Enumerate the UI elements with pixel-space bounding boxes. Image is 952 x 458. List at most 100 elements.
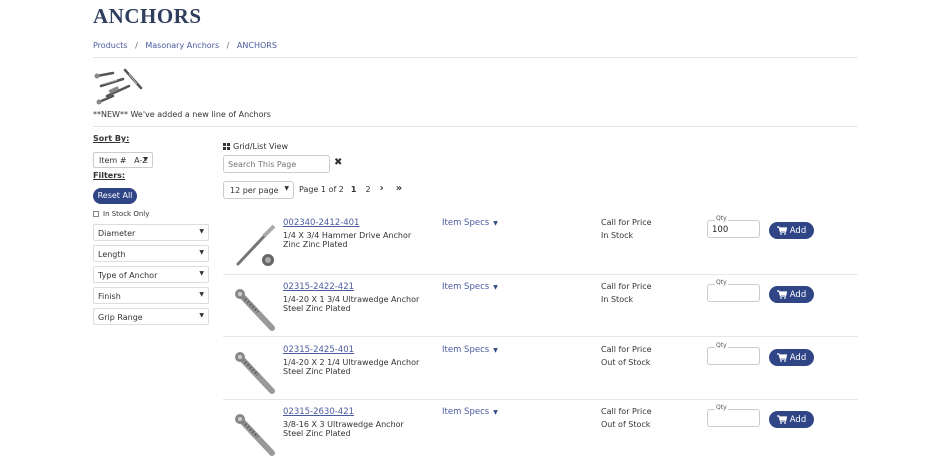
price-text: Call for Price [601,407,652,416]
filter-length[interactable]: Length ▼ [93,245,209,262]
caret-down-icon: ▼ [493,409,498,416]
in-stock-label: In Stock Only [103,210,150,218]
stock-status: In Stock [601,231,634,240]
row-divider [223,399,858,400]
add-to-cart-button[interactable]: Add [769,411,814,428]
product-description: 3/8-16 X 3 Ultrawedge Anchor Steel Zinc … [283,420,404,438]
wedge-anchor-image [235,289,275,331]
caret-down-icon: ▼ [493,220,498,227]
filter-type-of-anchor[interactable]: Type of Anchor ▼ [93,266,209,283]
next-page-icon[interactable]: › [380,183,384,194]
caret-down-icon: ▼ [493,284,498,291]
price-text: Call for Price [601,345,652,354]
product-row: 02315-2425-401 1/4-20 X 2 1/4 Ultrawedge… [223,342,858,405]
quantity-input[interactable]: Qty 100 [707,215,760,238]
per-page-select[interactable]: 12 per page ▼ [223,181,294,199]
breadcrumb: Products / Masonary Anchors / ANCHORS [93,41,277,50]
divider [93,126,858,127]
anchors-promo-image [94,68,143,105]
add-label: Add [789,225,807,236]
in-stock-checkbox-row[interactable]: In Stock Only [93,210,149,218]
row-divider [223,336,858,337]
product-row: 02315-2630-421 3/8-16 X 3 Ultrawedge Anc… [223,404,858,458]
product-number-link[interactable]: 02315-2422-421 [283,282,354,292]
qty-label: Qty [715,342,728,349]
caret-down-icon: ▼ [199,291,204,298]
stock-status: Out of Stock [601,420,651,429]
item-specs-dropdown[interactable]: Item Specs ▼ [442,407,498,417]
search-input[interactable] [223,155,330,173]
last-page-icon[interactable]: » [396,183,402,194]
hammer-drive-anchor-image [236,224,276,266]
clear-search-icon[interactable]: ✖ [334,157,342,168]
product-number-link[interactable]: 02315-2630-421 [283,407,354,417]
row-divider [223,274,858,275]
filter-label: Grip Range [98,313,143,322]
divider [93,57,858,58]
caret-down-icon: ▼ [199,270,204,277]
product-description: 1/4-20 X 1 3/4 Ultrawedge Anchor Steel Z… [283,295,420,313]
product-description: 1/4-20 X 2 1/4 Ultrawedge Anchor Steel Z… [283,358,420,376]
item-specs-label: Item Specs [442,218,490,228]
add-to-cart-button[interactable]: Add [769,286,814,303]
stock-status: In Stock [601,295,634,304]
filter-label: Finish [98,292,121,301]
filter-grip-range[interactable]: Grip Range ▼ [93,308,209,325]
caret-down-icon: ▼ [284,185,289,192]
item-specs-label: Item Specs [442,282,490,292]
sort-selected-value: Item # A-Z [99,156,148,165]
product-description: 1/4 X 3/4 Hammer Drive Anchor Zinc Zinc … [283,231,412,249]
page-1-link[interactable]: 1 [351,185,357,194]
add-label: Add [789,352,807,363]
grid-icon [223,143,230,150]
caret-down-icon: ▼ [143,156,148,163]
qty-label: Qty [715,215,728,222]
breadcrumb-masonary-anchors[interactable]: Masonary Anchors [145,41,219,50]
page-indicator: Page 1 of 2 [299,185,344,194]
item-specs-dropdown[interactable]: Item Specs ▼ [442,218,498,228]
filter-finish[interactable]: Finish ▼ [93,287,209,304]
in-stock-checkbox[interactable] [93,211,99,217]
breadcrumb-separator: / [135,41,138,50]
add-to-cart-button[interactable]: Add [769,222,814,239]
reset-all-button[interactable]: Reset All [93,188,137,204]
product-number-link[interactable]: 002340-2412-401 [283,218,359,228]
price-text: Call for Price [601,282,652,291]
promo-text: **NEW** We've added a new line of Anchor… [93,110,271,119]
filter-diameter[interactable]: Diameter ▼ [93,224,209,241]
sort-label: Sort By: [93,134,130,143]
filters-label: Filters: [93,171,126,180]
filter-label: Type of Anchor [98,271,158,280]
cart-icon [776,226,787,235]
item-specs-dropdown[interactable]: Item Specs ▼ [442,345,498,355]
filter-label: Length [98,250,126,259]
product-number-link[interactable]: 02315-2425-401 [283,345,354,355]
cart-icon [776,415,787,424]
per-page-value: 12 per page [230,186,279,195]
caret-down-icon: ▼ [199,249,204,256]
sort-select[interactable]: Item # A-Z ▼ [93,152,153,168]
wedge-anchor-image [235,352,275,394]
item-specs-dropdown[interactable]: Item Specs ▼ [442,282,498,292]
price-text: Call for Price [601,218,652,227]
caret-down-icon: ▼ [493,347,498,354]
add-to-cart-button[interactable]: Add [769,349,814,366]
caret-down-icon: ▼ [199,312,204,319]
quantity-input[interactable]: Qty [707,279,760,302]
stock-status: Out of Stock [601,358,651,367]
breadcrumb-products[interactable]: Products [93,41,128,50]
page-2-link[interactable]: 2 [365,185,370,194]
quantity-input[interactable]: Qty [707,342,760,365]
qty-label: Qty [715,279,728,286]
wedge-anchor-image [235,414,275,456]
breadcrumb-anchors[interactable]: ANCHORS [237,41,277,50]
breadcrumb-separator: / [226,41,230,50]
grid-list-toggle[interactable]: Grid/List View [223,142,288,151]
grid-list-label: Grid/List View [233,142,288,151]
item-specs-label: Item Specs [442,345,490,355]
product-row: 02315-2422-421 1/4-20 X 1 3/4 Ultrawedge… [223,279,858,342]
item-specs-label: Item Specs [442,407,490,417]
product-row: 002340-2412-401 1/4 X 3/4 Hammer Drive A… [223,215,858,278]
quantity-input[interactable]: Qty [707,404,760,427]
cart-icon [776,353,787,362]
